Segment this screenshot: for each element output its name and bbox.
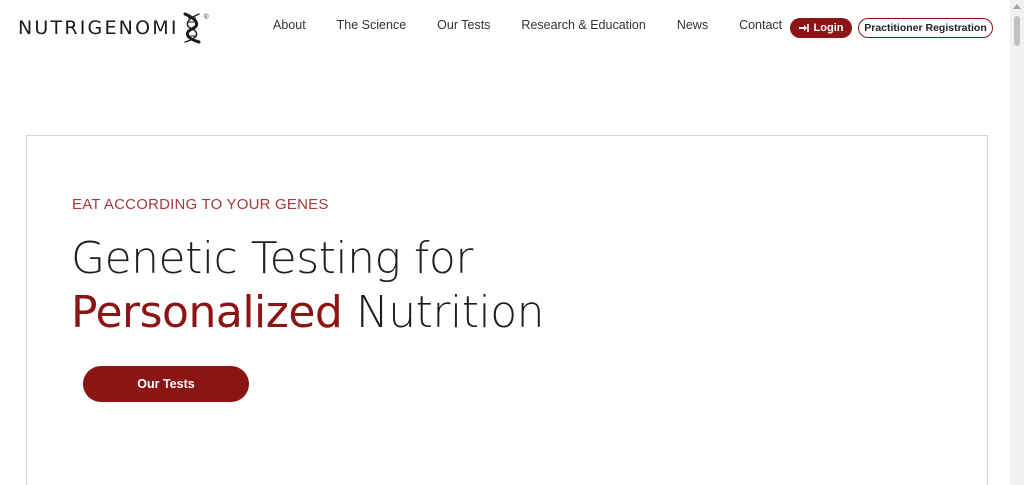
our-tests-cta-button[interactable]: Our Tests <box>83 366 249 402</box>
hero-headline: Genetic Testing for Personalized Nutriti… <box>71 232 545 340</box>
vertical-scrollbar[interactable] <box>1010 0 1024 485</box>
headline-line-1: Genetic Testing for <box>71 233 473 284</box>
headline-line-2: Personalized Nutrition <box>71 286 545 340</box>
hero-eyebrow: EAT ACCORDING TO YOUR GENES <box>72 196 329 213</box>
headline-accent: Personalized <box>71 287 343 338</box>
nav-our-tests[interactable]: Our Tests <box>437 18 490 32</box>
site-header: NUTRIGENOMI ® About The Science Our Test… <box>0 0 1010 56</box>
nav-the-science[interactable]: The Science <box>337 18 406 32</box>
scrollbar-thumb[interactable] <box>1014 16 1020 46</box>
cta-label: Our Tests <box>137 377 195 391</box>
registered-mark: ® <box>203 14 209 21</box>
nav-contact[interactable]: Contact <box>739 18 782 32</box>
nav-about[interactable]: About <box>273 18 306 32</box>
nav-research-education[interactable]: Research & Education <box>521 18 645 32</box>
login-button[interactable]: Login <box>790 18 852 38</box>
practitioner-registration-label: Practitioner Registration <box>864 22 987 34</box>
hero-section: EAT ACCORDING TO YOUR GENES Genetic Test… <box>26 135 988 485</box>
brand-logo[interactable]: NUTRIGENOMI ® <box>18 12 209 44</box>
nav-news[interactable]: News <box>677 18 708 32</box>
practitioner-registration-button[interactable]: Practitioner Registration <box>858 18 993 38</box>
brand-wordmark: NUTRIGENOMI <box>18 17 179 39</box>
headline-rest: Nutrition <box>342 287 545 338</box>
main-nav: About The Science Our Tests Research & E… <box>273 18 782 32</box>
dna-helix-icon: ® <box>181 12 209 44</box>
sign-in-icon <box>798 24 809 32</box>
login-label: Login <box>813 22 844 34</box>
scroll-up-arrow-icon[interactable] <box>1013 4 1021 9</box>
